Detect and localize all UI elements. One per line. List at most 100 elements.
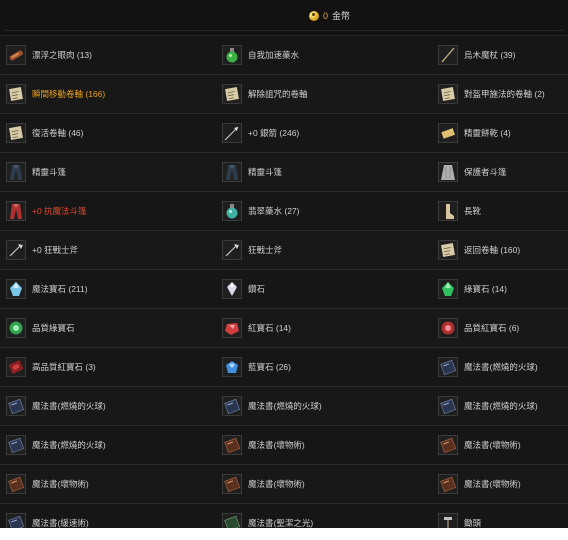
inventory-item[interactable]: 魔法書(壞物術) — [438, 465, 521, 503]
item-label: 魔法書(壞物術) — [464, 479, 521, 489]
inventory-item[interactable]: +0 銀箭 (246) — [222, 114, 299, 152]
inventory-item[interactable]: 品質紅寶石 (6) — [438, 309, 519, 347]
item-label: 魔法書(聖潔之光) — [248, 518, 314, 528]
inventory-item[interactable]: 精靈餅乾 (4) — [438, 114, 511, 152]
inventory-row: 漂浮之眼肉 (13) 自我加速藥水 烏木魔杖 (39) — [0, 36, 568, 75]
inventory-item[interactable]: 漂浮之眼肉 (13) — [6, 36, 92, 74]
inventory-item[interactable]: 鋤頭 — [438, 504, 481, 528]
inventory-item[interactable]: 解除詛咒的卷軸 — [222, 75, 308, 113]
inventory-item[interactable]: 魔法書(壞物術) — [438, 426, 521, 464]
item-label: 魔法書(燃燒的火球) — [32, 440, 106, 450]
scroll-icon — [6, 84, 26, 104]
brown-book-icon — [222, 474, 242, 494]
inventory-item[interactable]: 烏木魔杖 (39) — [438, 36, 515, 74]
dark-cloak-icon — [222, 162, 242, 182]
brown-book-icon — [222, 435, 242, 455]
inventory-item[interactable]: 對盔甲施法的卷軸 (2) — [438, 75, 545, 113]
item-label: 魔法書(緩速術) — [32, 518, 89, 528]
item-label: 烏木魔杖 (39) — [464, 50, 516, 60]
axe-icon — [222, 240, 242, 260]
inventory-item[interactable]: 魔法書(壞物術) — [222, 426, 305, 464]
inventory-item[interactable]: 魔法書(燃燒的火球) — [6, 387, 106, 425]
item-label: 魔法書(燃燒的火球) — [248, 401, 322, 411]
inventory-item[interactable]: 綠寶石 (14) — [438, 270, 507, 308]
blue-book-icon — [6, 435, 26, 455]
scroll-icon — [222, 84, 242, 104]
inventory-row: 高品質紅寶石 (3) 藍寶石 (26) 魔法書(燃燒的火球) — [0, 348, 568, 387]
red-card-icon — [6, 357, 26, 377]
brown-book-icon — [438, 435, 458, 455]
item-label: 魔法書(燃燒的火球) — [464, 362, 538, 372]
red-cloak-icon — [6, 201, 26, 221]
gold-bar: 0 金幣 — [0, 0, 568, 36]
inventory-item[interactable]: 精靈斗篷 — [6, 153, 66, 191]
blue-book-icon — [6, 396, 26, 416]
scroll-icon — [6, 123, 26, 143]
wand-icon — [438, 45, 458, 65]
divider — [5, 30, 563, 31]
inventory-item[interactable]: 魔法寶石 (211) — [6, 270, 88, 308]
item-label: 鑽石 — [248, 284, 266, 294]
biscuit-icon — [438, 123, 458, 143]
inventory-item[interactable]: 高品質紅寶石 (3) — [6, 348, 96, 386]
item-label: 自我加速藥水 — [248, 50, 300, 60]
item-label: 保護者斗篷 — [464, 167, 507, 177]
inventory-item[interactable]: 復活卷軸 (46) — [6, 114, 83, 152]
inventory-item[interactable]: 精靈斗篷 — [222, 153, 282, 191]
inventory-row: 魔法書(緩速術) 魔法書(聖潔之光) 鋤頭 — [0, 504, 568, 528]
inventory-item[interactable]: 狂戰士斧 — [222, 231, 282, 269]
inventory-item[interactable]: 魔法書(燃燒的火球) — [438, 387, 538, 425]
inventory-item[interactable]: 魔法書(緩速術) — [6, 504, 89, 528]
green-potion-icon — [222, 45, 242, 65]
item-label: +0 銀箭 (246) — [248, 128, 300, 138]
item-label: 魔法書(壞物術) — [464, 440, 521, 450]
item-label: 精靈斗篷 — [32, 167, 67, 177]
item-label: 魔法書(壞物術) — [248, 440, 305, 450]
item-label: 對盔甲施法的卷軸 (2) — [464, 89, 545, 99]
hoe-icon — [438, 513, 458, 528]
green-gem-icon — [438, 279, 458, 299]
inventory-item[interactable]: 魔法書(壞物術) — [222, 465, 305, 503]
inventory-item[interactable]: 翡翠藥水 (27) — [222, 192, 299, 230]
item-label: 狂戰士斧 — [248, 245, 283, 255]
inventory-panel: 0 金幣 漂浮之眼肉 (13) 自我加速藥水 烏木魔杖 (39) 瞬間移動卷軸 (16… — [0, 0, 568, 528]
inventory-item[interactable]: 返回卷軸 (160) — [438, 231, 520, 269]
inventory-item[interactable]: 紅寶石 (14) — [222, 309, 291, 347]
inventory-row: +0 狂戰士斧 狂戰士斧 返回卷軸 (160) — [0, 231, 568, 270]
inventory-item[interactable]: 藍寶石 (26) — [222, 348, 291, 386]
inventory-item[interactable]: 鑽石 — [222, 270, 265, 308]
inventory-item[interactable]: 品質綠寶石 — [6, 309, 75, 347]
item-label: 精靈斗篷 — [248, 167, 283, 177]
inventory-item[interactable]: +0 抗魔法斗篷 — [6, 192, 87, 230]
inventory-item[interactable]: +0 狂戰士斧 — [6, 231, 78, 269]
inventory-item[interactable]: 自我加速藥水 — [222, 36, 299, 74]
item-label: 高品質紅寶石 (3) — [32, 362, 96, 372]
inventory-item[interactable]: 魔法書(聖潔之光) — [222, 504, 313, 528]
boots-icon — [438, 201, 458, 221]
inventory-item[interactable]: 魔法書(燃燒的火球) — [6, 426, 106, 464]
inventory-item[interactable]: 長靴 — [438, 192, 481, 230]
inventory-row: +0 抗魔法斗篷 翡翠藥水 (27) 長靴 — [0, 192, 568, 231]
blue-book-icon — [438, 357, 458, 377]
inventory-row: 精靈斗篷 精靈斗篷 保護者斗篷 — [0, 153, 568, 192]
inventory-item[interactable]: 保護者斗篷 — [438, 153, 507, 191]
inventory-item[interactable]: 瞬間移動卷軸 (166) — [6, 75, 105, 113]
item-label: 魔法寶石 (211) — [32, 284, 88, 294]
item-label: 綠寶石 (14) — [464, 284, 507, 294]
grey-cloak-icon — [438, 162, 458, 182]
green-book-icon — [222, 513, 242, 528]
item-label: 漂浮之眼肉 (13) — [32, 50, 92, 60]
gold-coin-icon — [309, 10, 319, 21]
inventory-row: 品質綠寶石 紅寶石 (14) 品質紅寶石 (6) — [0, 309, 568, 348]
inventory-item[interactable]: 魔法書(壞物術) — [6, 465, 89, 503]
blue-book-icon — [6, 513, 26, 528]
item-label: 藍寶石 (26) — [248, 362, 291, 372]
brown-book-icon — [438, 474, 458, 494]
meat-icon — [6, 45, 26, 65]
item-label: 翡翠藥水 (27) — [248, 206, 300, 216]
inventory-row: 魔法書(燃燒的火球) 魔法書(壞物術) 魔法書(壞物術) — [0, 426, 568, 465]
inventory-item[interactable]: 魔法書(燃燒的火球) — [438, 348, 538, 386]
inventory-row: 魔法書(壞物術) 魔法書(壞物術) 魔法書(壞物術) — [0, 465, 568, 504]
ruby-icon — [222, 318, 242, 338]
inventory-item[interactable]: 魔法書(燃燒的火球) — [222, 387, 322, 425]
